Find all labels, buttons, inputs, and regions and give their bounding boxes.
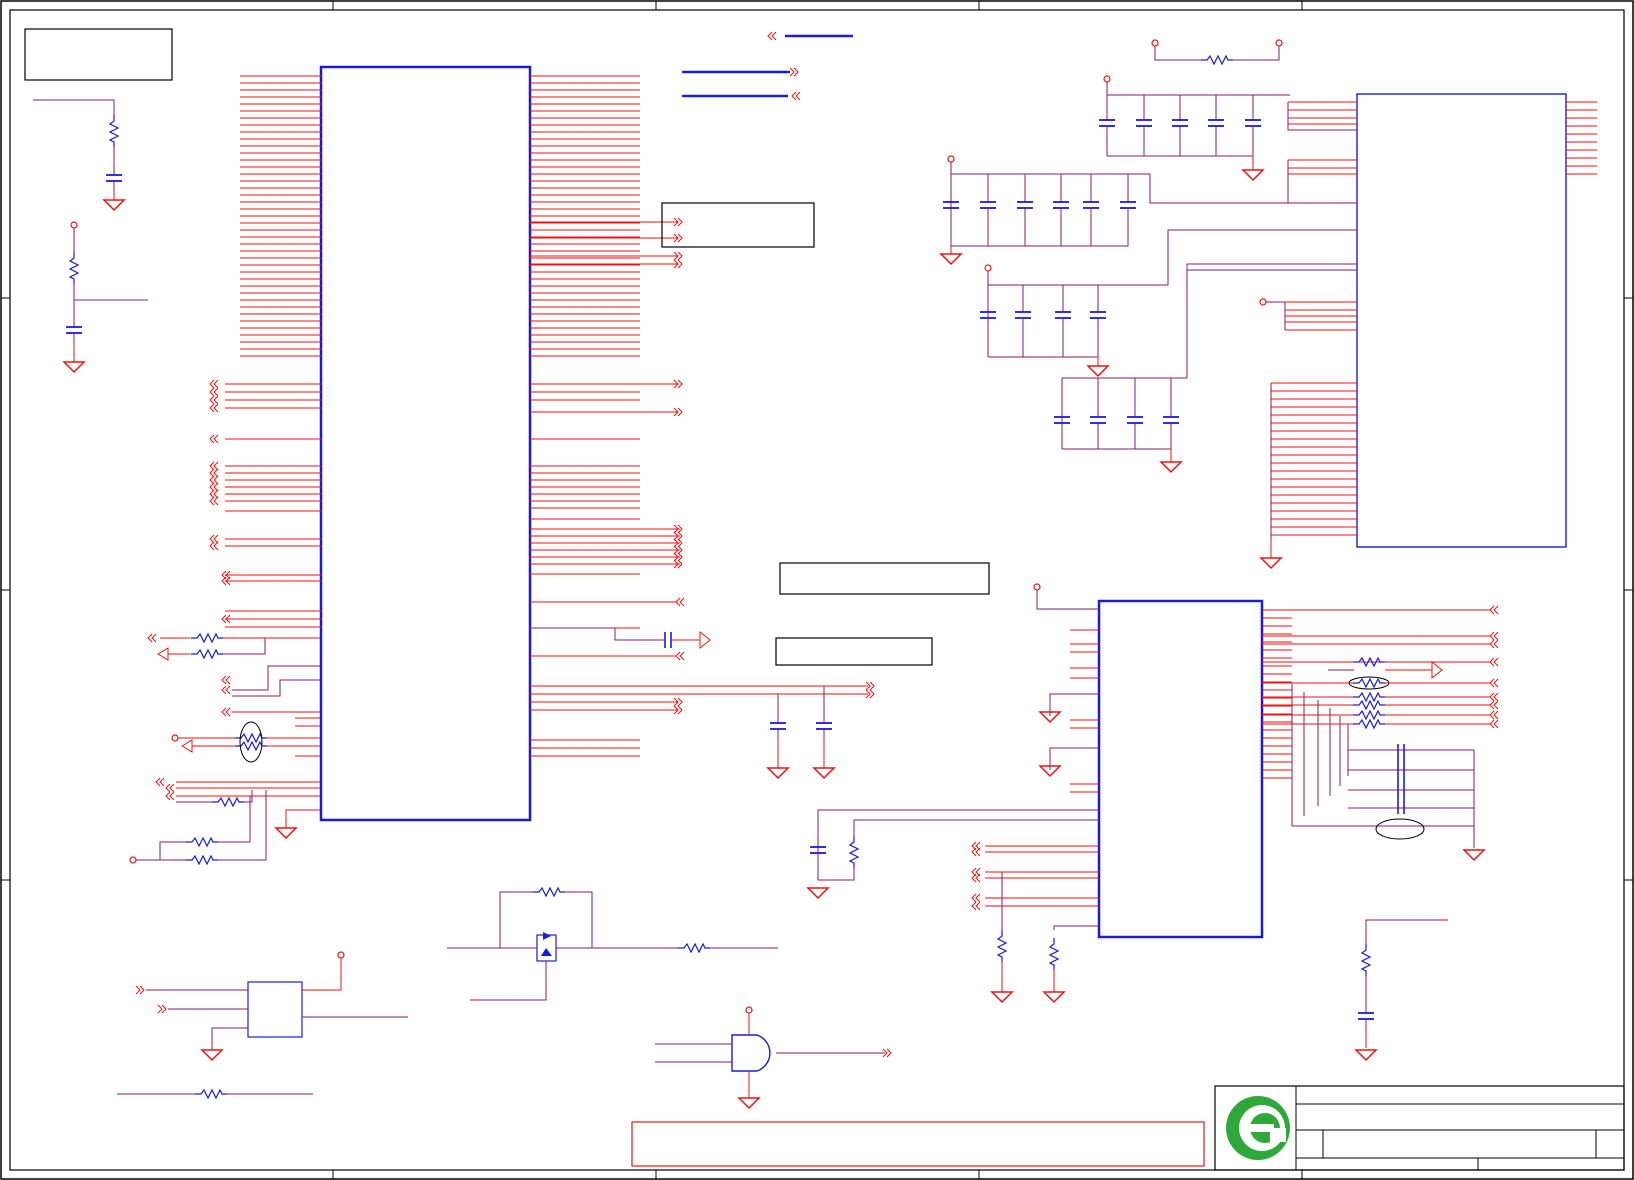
decoupling-cap-bank-3 xyxy=(979,264,1168,377)
main-ic-right-pins xyxy=(530,75,680,757)
interface-ic xyxy=(807,583,1349,1003)
port-arrow xyxy=(971,873,981,883)
capacitor xyxy=(1082,192,1100,218)
capacitor xyxy=(1119,192,1137,218)
port-arrow xyxy=(971,901,981,911)
left-bias-resistors xyxy=(129,633,320,865)
top-left-note-box xyxy=(24,28,173,81)
center-note-box-2 xyxy=(779,562,990,595)
pmic-right-pins xyxy=(1566,101,1597,175)
port-arrow xyxy=(209,468,219,478)
port-arrow xyxy=(209,387,219,397)
rc-filter-top-left xyxy=(33,99,125,211)
top-decoupling-resistor xyxy=(1151,39,1283,65)
center-note-box-3 xyxy=(775,637,933,666)
port-arrow xyxy=(675,597,685,607)
capacitor xyxy=(1162,407,1180,433)
capacitor xyxy=(1207,110,1225,136)
decoupling-cap-bank-4 xyxy=(1053,377,1187,473)
capacitor xyxy=(979,192,997,218)
resistor xyxy=(1352,710,1386,720)
decoupling-cap-bank-1 xyxy=(1098,75,1290,157)
rc-pullup-left xyxy=(63,221,148,373)
port-arrow xyxy=(209,395,219,405)
top-center-nets xyxy=(682,31,853,101)
port-arrow xyxy=(209,541,219,551)
port-arrow xyxy=(209,403,219,413)
port-arrow xyxy=(209,482,219,492)
bottom-left-buffer-ic xyxy=(135,951,408,1061)
port-arrow xyxy=(971,893,981,903)
capacitor xyxy=(1016,192,1034,218)
interface-ic-right-pins xyxy=(1262,609,1349,826)
level-shift-mosfet xyxy=(447,887,778,1001)
port-arrow xyxy=(209,379,219,389)
port-arrow xyxy=(1489,678,1499,688)
port-arrow xyxy=(209,475,219,485)
port-arrow xyxy=(1489,710,1499,720)
title-block xyxy=(1214,1085,1625,1171)
capacitor xyxy=(1171,110,1189,136)
main-ic-left-pins xyxy=(225,75,321,628)
port-arrow xyxy=(209,534,219,544)
capacitor xyxy=(1126,407,1144,433)
port-arrow xyxy=(1489,700,1499,710)
decoupling-cap-bank-2 xyxy=(940,155,1150,265)
resistor xyxy=(1352,719,1386,729)
capacitor xyxy=(1052,192,1070,218)
schematic-sheet xyxy=(0,0,1634,1180)
pmic-left-pins xyxy=(1271,101,1357,536)
power-management-ic xyxy=(1149,93,1597,569)
port-arrow xyxy=(675,651,685,661)
port-arrow xyxy=(1489,692,1499,702)
rc-filter-bottom-right xyxy=(1355,919,1448,1061)
bottom-note-box xyxy=(631,1121,1205,1167)
green-e-logo-icon xyxy=(1226,1096,1290,1160)
capacitor xyxy=(1135,110,1153,136)
termination-resistors xyxy=(1262,678,1499,729)
bottom-left-series-resistor xyxy=(117,1089,313,1099)
interface-ic-left-pins xyxy=(971,629,1099,911)
capacitor xyxy=(1054,302,1072,328)
port-arrow xyxy=(209,461,219,471)
interface-ic-termination-network xyxy=(1262,605,1499,861)
and-gate xyxy=(655,1006,892,1109)
center-note-box xyxy=(661,202,815,248)
sheet-frame xyxy=(0,0,1634,1180)
port-arrow xyxy=(209,489,219,499)
resistor xyxy=(1352,692,1386,702)
port-arrow xyxy=(971,847,981,857)
main-processor-ic xyxy=(209,65,685,822)
port-arrow xyxy=(209,434,219,444)
capacitor xyxy=(1098,110,1116,136)
resistor xyxy=(1352,678,1386,688)
capacitor xyxy=(1014,302,1032,328)
port-arrow xyxy=(1489,719,1499,729)
capacitor xyxy=(1244,110,1262,136)
capacitor xyxy=(1089,407,1107,433)
capacitor xyxy=(1089,302,1107,328)
resistor xyxy=(1352,700,1386,710)
port-arrow xyxy=(209,496,219,506)
